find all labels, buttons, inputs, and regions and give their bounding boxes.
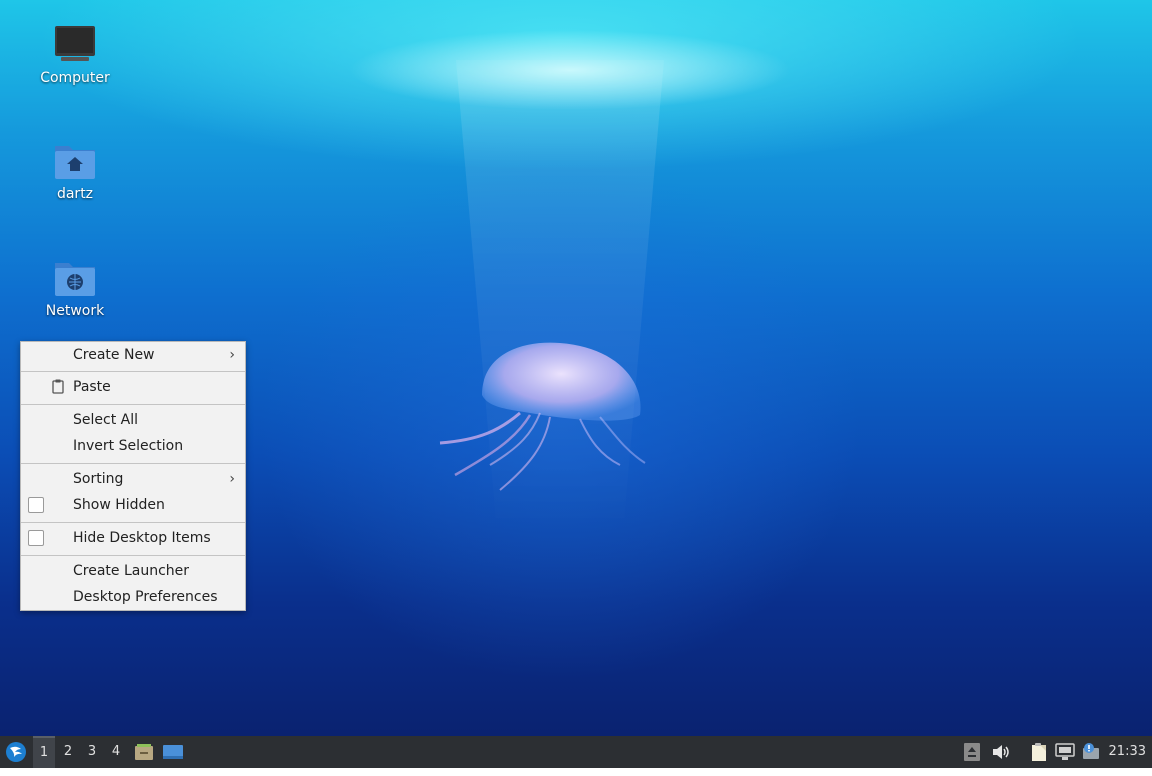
menu-separator <box>21 555 245 556</box>
menu-item-create-launcher[interactable]: Create Launcher <box>21 558 245 584</box>
desktop-icon-label: Network <box>45 303 105 319</box>
jellyfish-image <box>439 342 646 491</box>
clipboard-icon <box>1032 743 1046 761</box>
file-manager-launcher[interactable] <box>133 736 155 768</box>
menu-item-invert-selection[interactable]: Invert Selection <box>21 433 245 459</box>
upload-arrow-icon <box>964 743 980 761</box>
menu-item-create-new[interactable]: Create New › <box>21 342 245 368</box>
start-menu-button[interactable] <box>3 736 29 768</box>
workspace-1-button[interactable]: 1 <box>33 736 55 768</box>
computer-icon <box>55 26 95 61</box>
volume-icon <box>993 745 1009 759</box>
workspace-4-button[interactable]: 4 <box>105 736 127 768</box>
menu-item-desktop-preferences[interactable]: Desktop Preferences <box>21 584 245 610</box>
network-wired-icon <box>1055 743 1075 760</box>
show-desktop-button[interactable] <box>161 736 185 768</box>
menu-separator <box>21 463 245 464</box>
volume-button[interactable] <box>990 736 1012 768</box>
hide-desktop-items-checkbox[interactable] <box>28 530 44 546</box>
desktop-icon-network[interactable]: Network <box>20 255 130 319</box>
menu-separator <box>21 522 245 523</box>
paste-icon <box>52 379 64 394</box>
desktop-icon-home[interactable]: dartz <box>20 138 130 202</box>
menu-separator <box>21 404 245 405</box>
network-tray-button[interactable] <box>1054 736 1076 768</box>
clipboard-tray-button[interactable] <box>1028 736 1050 768</box>
taskbar: 1 2 3 4 21:33 <box>0 736 1152 768</box>
workspace-2-button[interactable]: 2 <box>57 736 79 768</box>
menu-item-hide-desktop-items[interactable]: Hide Desktop Items <box>21 525 245 551</box>
file-manager-icon <box>135 744 153 760</box>
menu-item-select-all[interactable]: Select All <box>21 407 245 433</box>
home-folder-icon <box>55 146 95 179</box>
update-notifier-icon <box>1083 743 1099 759</box>
workspace-3-button[interactable]: 3 <box>81 736 103 768</box>
show-hidden-checkbox[interactable] <box>28 497 44 513</box>
notification-tray-button[interactable] <box>1080 736 1102 768</box>
menu-separator <box>21 371 245 372</box>
chevron-right-icon: › <box>229 347 235 363</box>
menu-item-paste[interactable]: Paste <box>21 374 245 400</box>
chevron-right-icon: › <box>229 471 235 487</box>
lubuntu-logo-icon <box>6 742 26 762</box>
tray-updates-button[interactable] <box>962 736 982 768</box>
menu-item-sorting[interactable]: Sorting › <box>21 466 245 492</box>
clock[interactable]: 21:33 <box>1109 736 1146 768</box>
desktop-context-menu: Create New › Paste Select All Invert Sel… <box>20 341 246 611</box>
network-folder-icon <box>55 263 95 296</box>
desktop-icon-computer[interactable]: Computer <box>20 22 130 86</box>
desktop-icon-label: dartz <box>56 186 94 202</box>
menu-item-show-hidden[interactable]: Show Hidden <box>21 492 245 518</box>
desktop-icon <box>163 745 183 759</box>
desktop-icon-label: Computer <box>40 70 110 86</box>
